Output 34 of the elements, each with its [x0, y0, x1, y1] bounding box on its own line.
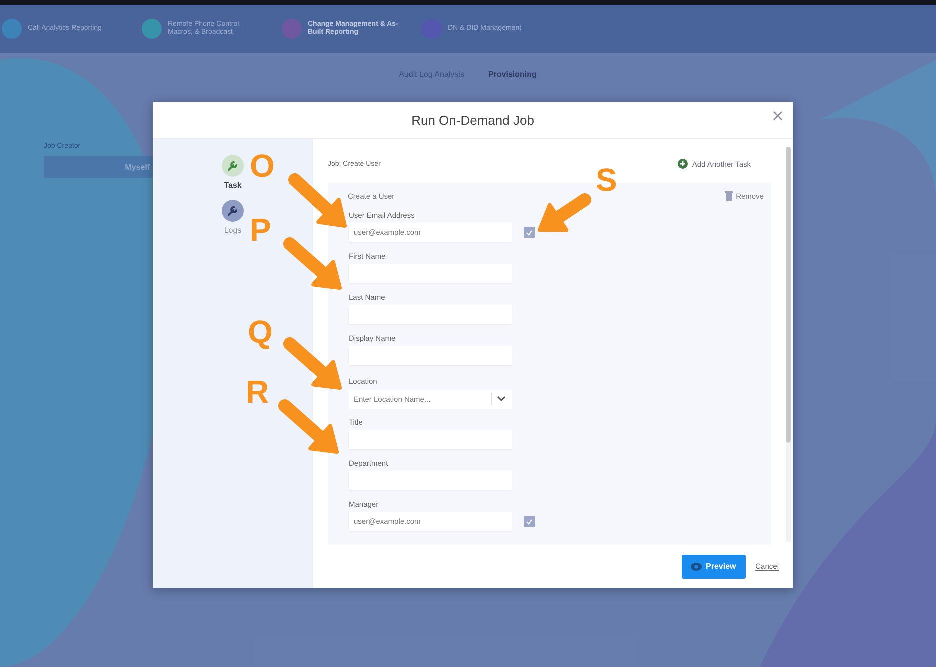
- nav-app-icon[interactable]: [2, 19, 22, 39]
- trash-icon: [725, 191, 734, 201]
- scrollbar[interactable]: [786, 147, 791, 542]
- chevron-down-icon[interactable]: [497, 396, 506, 402]
- check-icon: [526, 230, 533, 236]
- annotation-letter: S: [596, 164, 618, 196]
- text-input[interactable]: [349, 346, 512, 365]
- step-label[interactable]: Logs: [224, 226, 242, 235]
- annotation-arrow: [288, 174, 347, 228]
- checkbox[interactable]: [524, 516, 535, 527]
- checkbox[interactable]: [524, 227, 535, 238]
- close-icon[interactable]: [773, 111, 783, 121]
- text-input[interactable]: [349, 430, 512, 449]
- annotation-letter: O: [250, 150, 275, 182]
- check-icon: [526, 518, 533, 524]
- annotation-arrow: [538, 194, 592, 232]
- annotation-letter: Q: [248, 316, 273, 348]
- annotation-arrow: [284, 338, 342, 390]
- page-tab[interactable]: Provisioning: [488, 70, 537, 79]
- step-label[interactable]: Task: [224, 181, 242, 190]
- plus-circle-icon: [678, 159, 688, 169]
- annotation-arrow: [284, 238, 342, 290]
- nav-app-icon[interactable]: [142, 19, 162, 39]
- preview-button[interactable]: Preview: [682, 554, 746, 578]
- text-input[interactable]: [349, 305, 512, 324]
- annotation-letter: R: [246, 376, 270, 408]
- wrench-icon[interactable]: [222, 200, 244, 222]
- modal-title: Run On-Demand Job: [412, 112, 534, 128]
- text-input[interactable]: [349, 264, 512, 283]
- annotation-arrow: [278, 400, 339, 454]
- eye-icon: [691, 562, 702, 570]
- nav-app-icon[interactable]: [282, 19, 302, 39]
- annotation-letter: P: [250, 214, 272, 246]
- text-input[interactable]: [349, 471, 512, 490]
